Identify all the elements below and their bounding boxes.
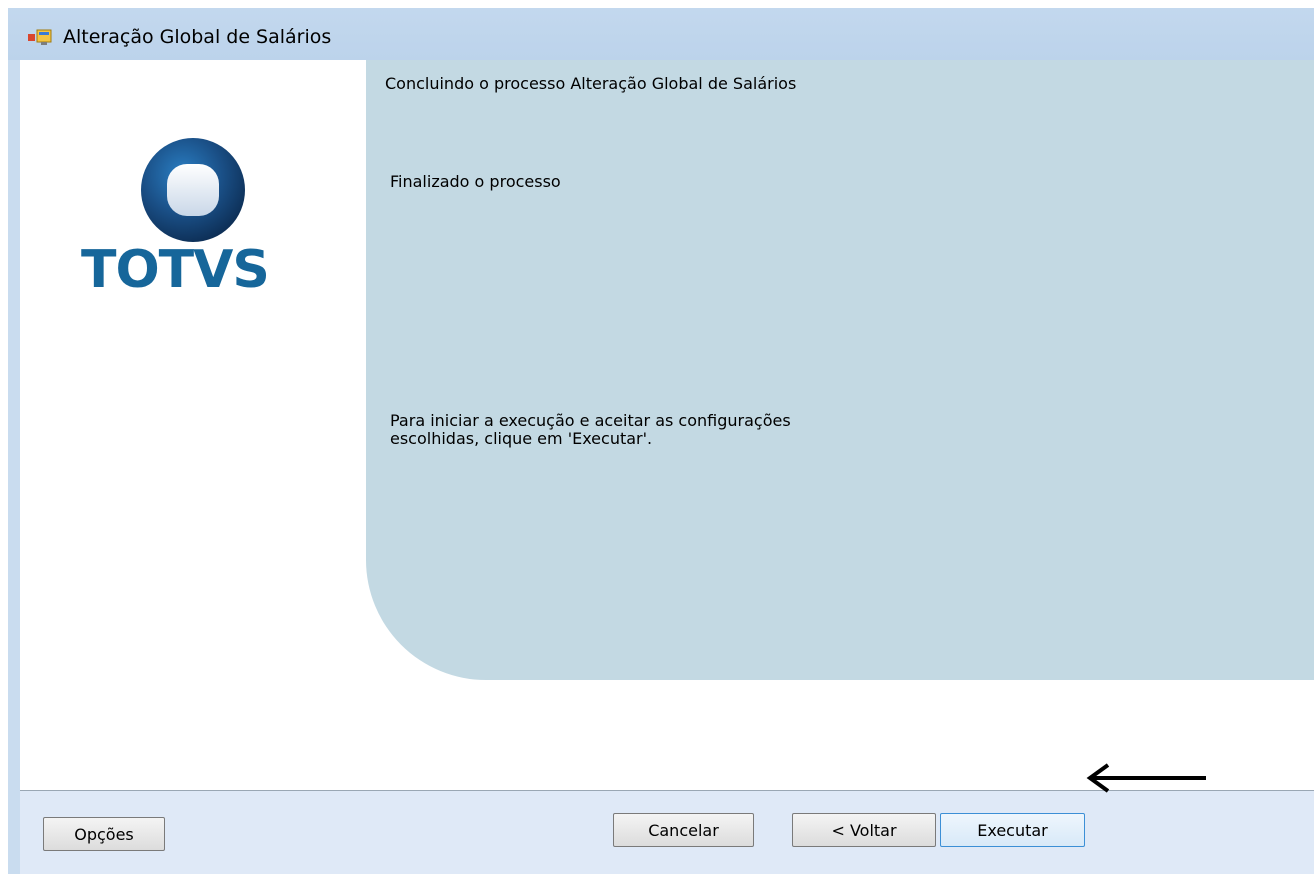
totvs-logo-icon [141,138,245,242]
wizard-client-area: TOTVS Concluindo o processo Alteração Gl… [20,60,1314,874]
instruction-text: Para iniciar a execução e aceitar as con… [390,412,791,448]
button-bar: Opções Cancelar < Voltar Executar [20,790,1314,874]
execute-button[interactable]: Executar [940,813,1085,847]
instruction-line: escolhidas, clique em 'Executar'. [390,429,653,448]
status-text: Finalizado o processo [390,172,561,191]
options-button[interactable]: Opções [43,817,165,851]
cancel-button[interactable]: Cancelar [613,813,754,847]
back-button[interactable]: < Voltar [792,813,936,847]
content-panel: Concluindo o processo Alteração Global d… [366,60,1314,680]
wizard-window: Alteração Global de Salários TOTVS Concl… [8,8,1314,874]
panel-heading: Concluindo o processo Alteração Global d… [385,74,797,93]
arrow-left-icon [1086,763,1206,793]
app-icon [28,29,52,45]
totvs-wordmark: TOTVS [81,240,270,300]
instruction-line: Para iniciar a execução e aceitar as con… [390,411,791,430]
title-bar: Alteração Global de Salários [8,8,1314,60]
window-title: Alteração Global de Salários [63,26,332,48]
